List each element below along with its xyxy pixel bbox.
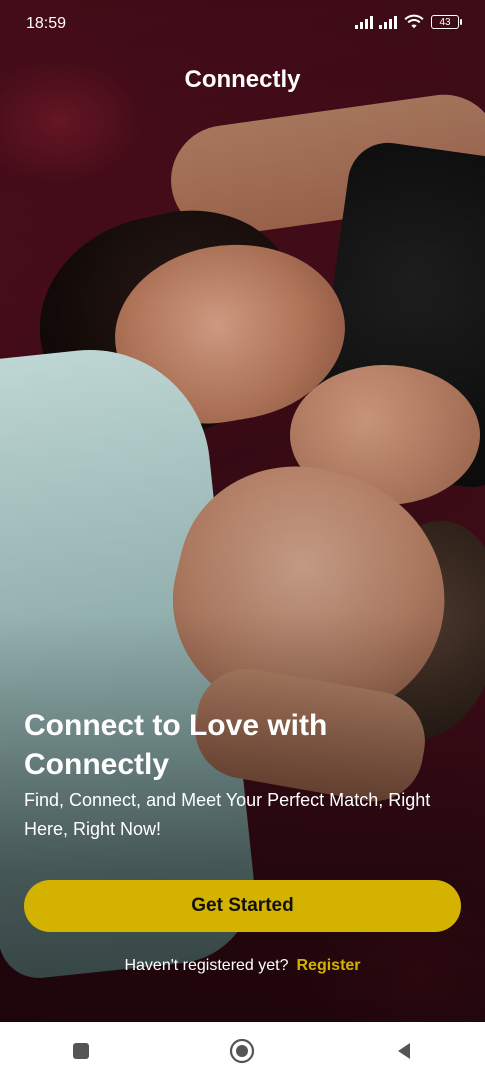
status-time: 18:59 [26,15,67,32]
hero-subtext: Find, Connect, and Meet Your Perfect Mat… [24,790,431,839]
back-icon [398,1043,411,1059]
signal-icon [355,15,373,29]
photo-shade-overlay [0,0,485,1022]
system-navigation-bar [0,1022,485,1080]
signal-icon [379,15,397,29]
wifi-icon [404,14,424,29]
get-started-button[interactable]: Get Started [24,880,461,932]
register-link[interactable]: Register [297,957,361,974]
battery-level: 43 [439,16,451,28]
home-button[interactable] [212,1031,272,1071]
hero-headline: Connect to Love with Connectly [24,709,328,781]
back-button[interactable] [374,1031,434,1071]
status-bar: 18:59 43 [0,0,485,48]
battery-icon: 43 [431,15,462,29]
recent-apps-button[interactable] [51,1031,111,1071]
register-row: Haven't registered yet? Register [0,957,485,975]
register-prompt: Haven't registered yet? [124,957,289,974]
recent-apps-icon [72,1043,89,1059]
couple-background-photo [0,0,485,1022]
home-icon [230,1038,255,1064]
status-icons: 43 [355,14,462,30]
onboarding-screen: 18:59 43 Connectly Connect to Love with … [0,0,485,1080]
app-title: Connectly [184,66,301,93]
